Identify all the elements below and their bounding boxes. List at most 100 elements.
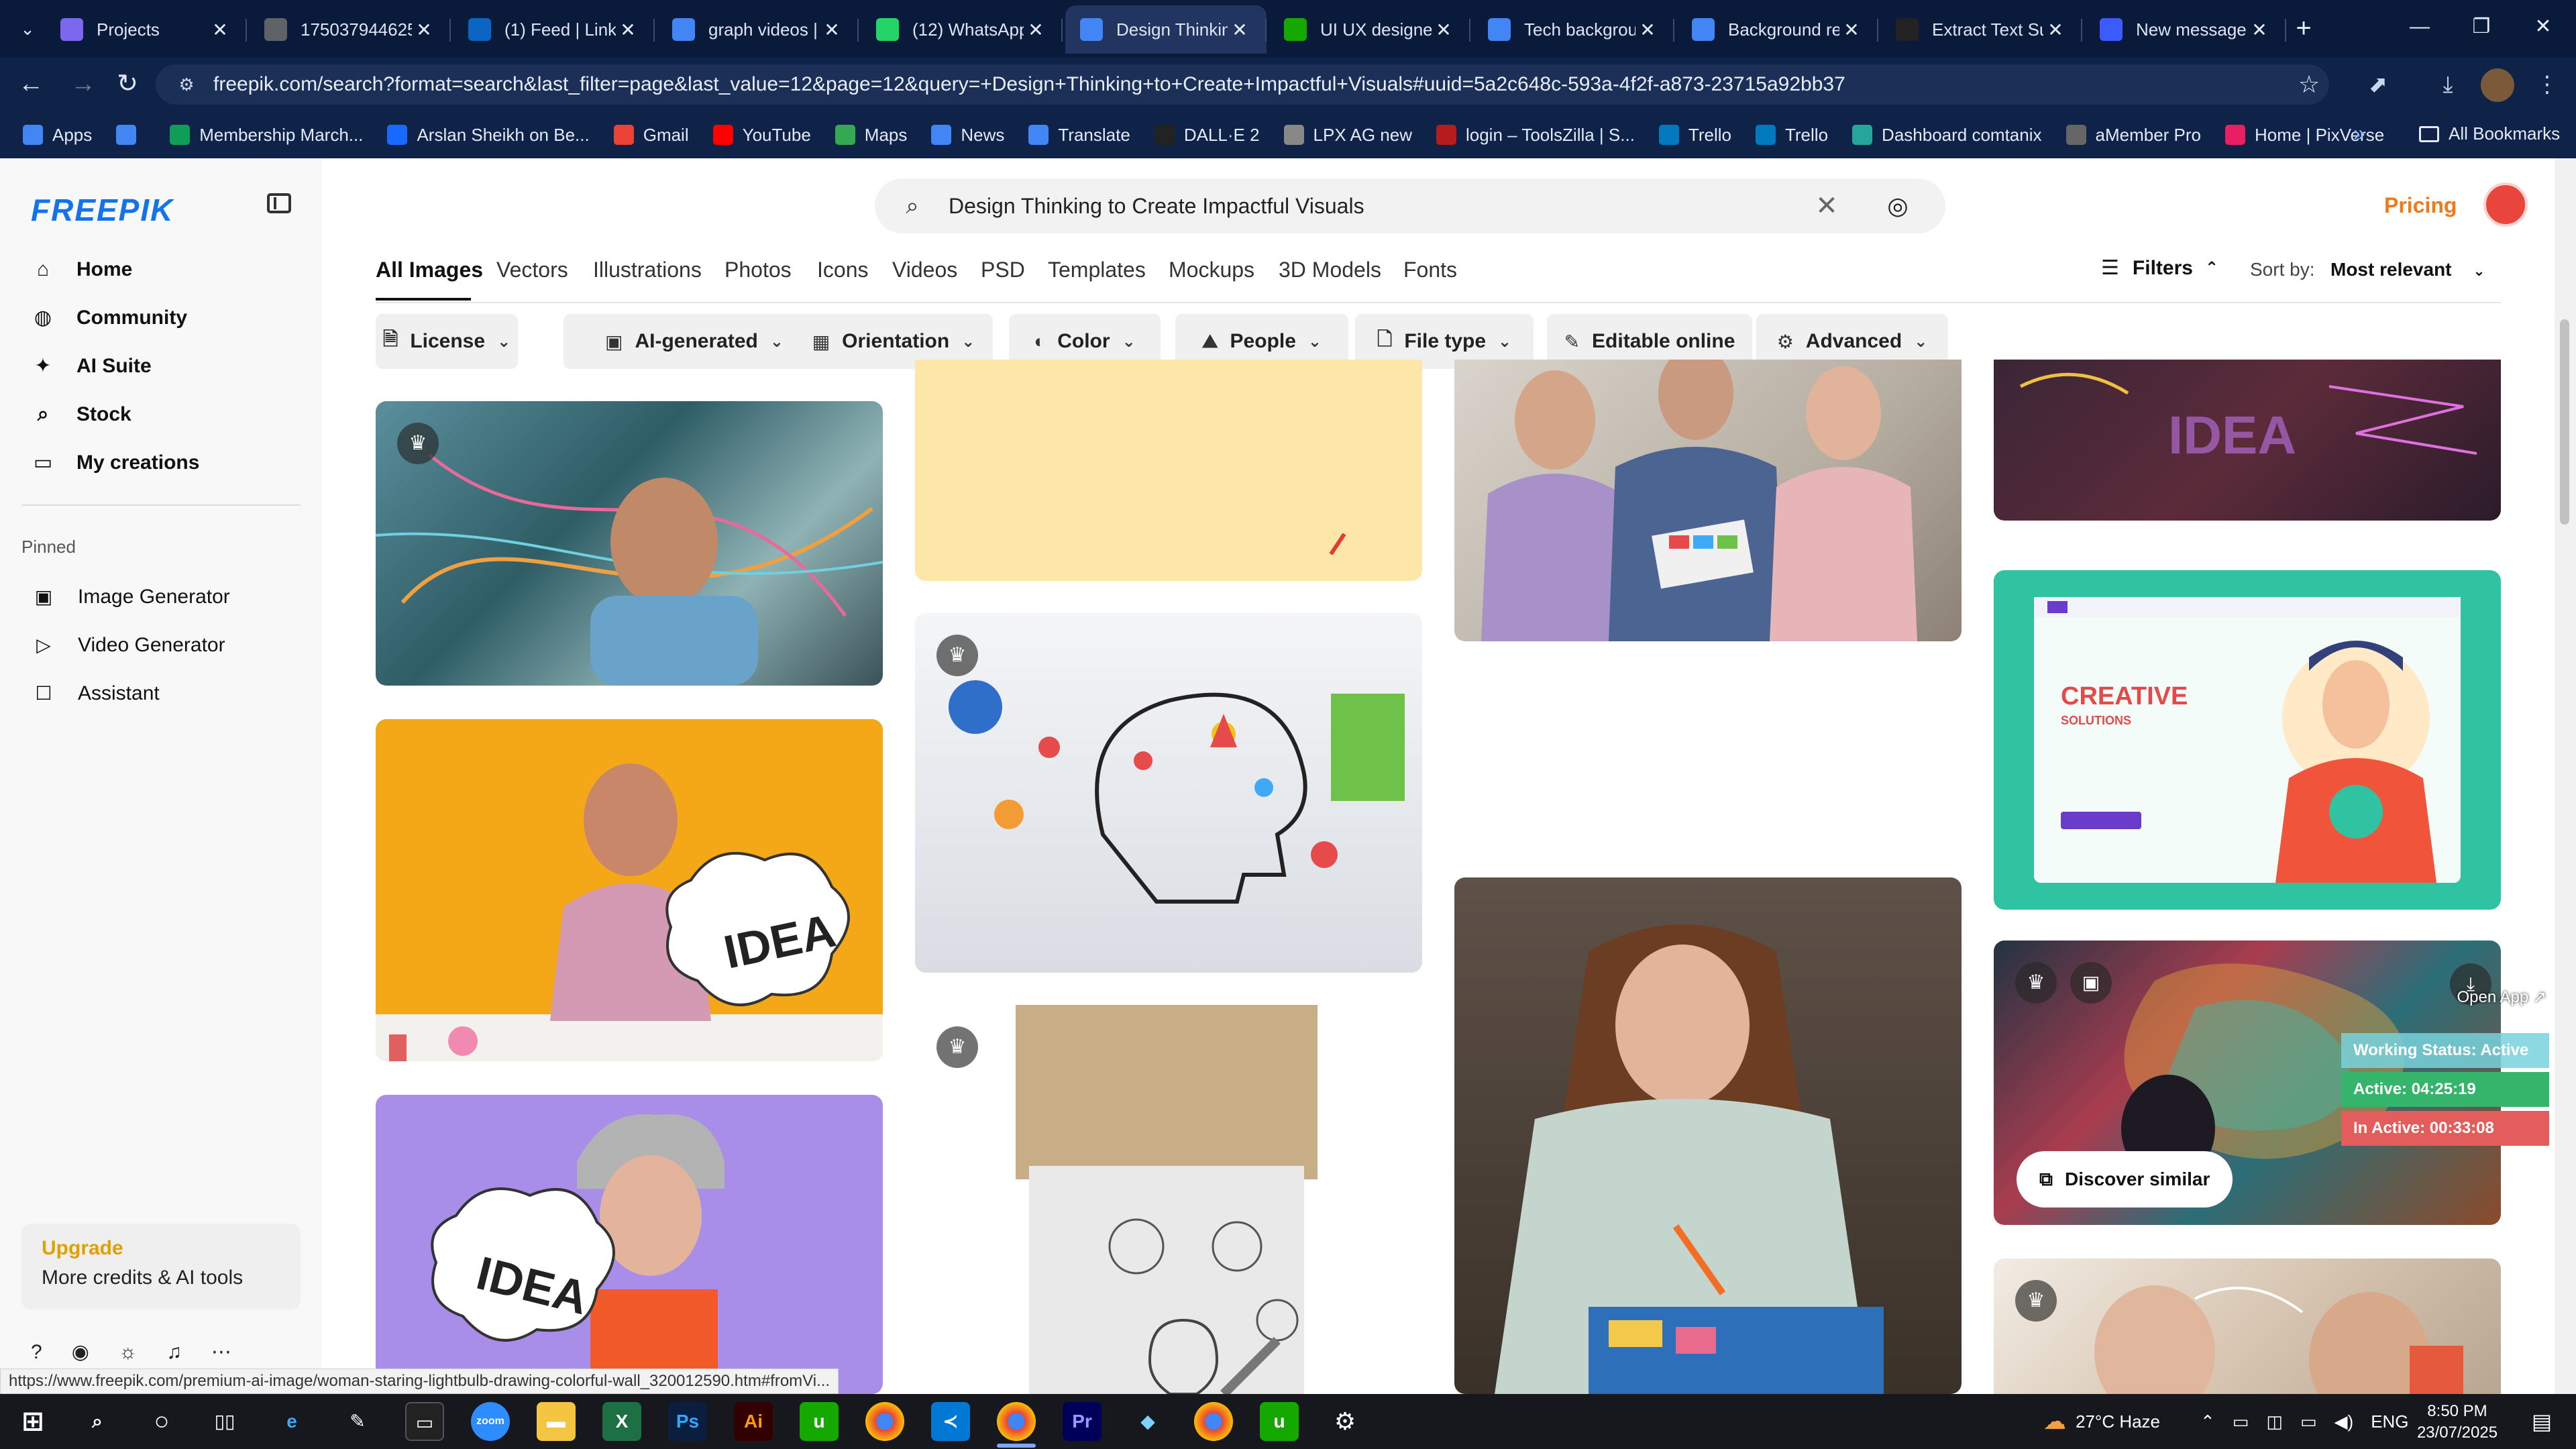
volume-icon[interactable]: ◀) bbox=[2334, 1411, 2354, 1432]
back-button[interactable]: ← bbox=[13, 67, 48, 102]
reload-button[interactable]: ↻ bbox=[110, 67, 145, 102]
bookmark-item[interactable]: DALL·E 2 bbox=[1154, 125, 1260, 146]
sidebar-item-ai-suite[interactable]: ✦ AI Suite bbox=[31, 347, 151, 385]
tab-photos[interactable]: Photos bbox=[724, 258, 792, 282]
tab-search-chevron-icon[interactable]: ⌄ bbox=[12, 13, 43, 44]
bookmark-item[interactable]: Gmail bbox=[613, 125, 689, 146]
image-card-glass-doodle[interactable]: ♛ bbox=[1994, 1258, 2501, 1394]
image-card-team-colors[interactable] bbox=[1454, 360, 1962, 641]
close-tab-icon[interactable]: ✕ bbox=[1839, 19, 1864, 41]
pinned-item-assistant[interactable]: ☐ Assistant bbox=[34, 675, 159, 712]
sidebar-item-home[interactable]: ⌂ Home bbox=[31, 251, 132, 288]
system-clock[interactable]: 8:50 PM 23/07/2025 bbox=[2414, 1401, 2501, 1444]
sidebar-collapse-icon[interactable] bbox=[267, 193, 291, 213]
image-card-yellow-top[interactable] bbox=[915, 360, 1422, 581]
tab-mockups[interactable]: Mockups bbox=[1169, 258, 1254, 282]
browser-tab[interactable]: (1) Feed | Linke ✕ bbox=[453, 5, 655, 54]
more-options-icon[interactable]: ⋯ bbox=[211, 1340, 231, 1364]
filters-button[interactable]: ☰ Filters ⌃ bbox=[2101, 256, 2218, 280]
task-view-icon[interactable]: ▯▯ bbox=[205, 1402, 244, 1441]
browser-tab[interactable]: Projects ✕ bbox=[46, 5, 247, 54]
close-tab-icon[interactable]: ✕ bbox=[1024, 19, 1048, 41]
chrome-profile-icon[interactable] bbox=[1194, 1402, 1233, 1441]
network-icon[interactable]: ▭ bbox=[2300, 1411, 2317, 1432]
extension-icon[interactable]: ⬈ bbox=[2361, 68, 2395, 102]
bookmark-item[interactable]: login – ToolsZilla | S... bbox=[1436, 125, 1635, 146]
tab-fonts[interactable]: Fonts bbox=[1403, 258, 1457, 282]
photoshop-icon[interactable]: Ps bbox=[668, 1402, 707, 1441]
url-bar[interactable]: ⚙ freepik.com/search?format=search&last_… bbox=[156, 64, 2329, 105]
browser-tab[interactable]: 175037944625 ✕ bbox=[250, 5, 451, 54]
illustrator-icon[interactable]: Ai bbox=[734, 1402, 773, 1441]
bookmark-item[interactable]: Trello bbox=[1755, 125, 1828, 146]
discord-icon[interactable]: ◉ bbox=[72, 1340, 89, 1364]
bookmark-item[interactable]: aMember Pro bbox=[2065, 125, 2201, 146]
close-tab-icon[interactable]: ✕ bbox=[2043, 19, 2068, 41]
bookmark-star-icon[interactable]: ☆ bbox=[2289, 70, 2329, 99]
app-diamond-icon[interactable]: ◆ bbox=[1128, 1402, 1167, 1441]
pinned-item-image-generator[interactable]: ▣ Image Generator bbox=[34, 578, 230, 616]
image-card-creative-template[interactable]: CREATIVE SOLUTIONS bbox=[1994, 570, 2501, 910]
tab-illustrations[interactable]: Illustrations bbox=[593, 258, 702, 282]
browser-menu-icon[interactable]: ⋮ bbox=[2530, 68, 2564, 102]
browser-tab[interactable]: Background re ✕ bbox=[1677, 5, 1878, 54]
tab-3d-models[interactable]: 3D Models bbox=[1279, 258, 1381, 282]
bookmark-item[interactable]: Maps bbox=[835, 125, 907, 146]
image-card-man-idea[interactable]: IDEA bbox=[376, 1095, 883, 1394]
profile-avatar[interactable] bbox=[2481, 68, 2514, 102]
browser-tab[interactable]: (12) WhatsApp ✕ bbox=[861, 5, 1063, 54]
image-card-paper-bag-bulb[interactable]: ♛ bbox=[915, 1005, 1422, 1394]
close-tab-icon[interactable]: ✕ bbox=[820, 19, 844, 41]
browser-tab[interactable]: New message ✕ bbox=[2085, 5, 2286, 54]
bookmark-item[interactable]: YouTube bbox=[712, 125, 811, 146]
notifications-icon[interactable]: ♫ bbox=[166, 1341, 182, 1364]
zoom-icon[interactable]: zoom bbox=[471, 1402, 510, 1441]
chrome-active-icon[interactable] bbox=[997, 1402, 1036, 1441]
close-tab-icon[interactable]: ✕ bbox=[1228, 19, 1252, 41]
close-tab-icon[interactable]: ✕ bbox=[1635, 19, 1660, 41]
pricing-link[interactable]: Pricing bbox=[2384, 193, 2457, 218]
bookmark-item[interactable]: LPX AG new bbox=[1283, 125, 1412, 146]
bookmark-item[interactable]: Trello bbox=[1658, 125, 1731, 146]
windows-start-icon[interactable]: ⊞ bbox=[13, 1402, 52, 1441]
filter-chip-ai-generated[interactable]: ▣ AI-generated ⌄ bbox=[564, 314, 825, 369]
close-tab-icon[interactable]: ✕ bbox=[1432, 19, 1456, 41]
excel-icon[interactable]: X bbox=[602, 1402, 641, 1441]
bookmark-item[interactable] bbox=[116, 125, 146, 145]
discover-similar-button[interactable]: ⧉ Discover similar bbox=[2017, 1151, 2233, 1208]
close-tab-icon[interactable]: ✕ bbox=[2247, 19, 2271, 41]
browser-tab[interactable]: Extract Text Su ✕ bbox=[1881, 5, 2082, 54]
settings-gear-icon[interactable]: ⚙ bbox=[1326, 1402, 1364, 1441]
vscode-icon[interactable]: ≺ bbox=[931, 1402, 970, 1441]
pen-tool-icon[interactable]: ✎ bbox=[338, 1402, 377, 1441]
meet-now-icon[interactable]: ▭ bbox=[2233, 1411, 2249, 1432]
image-card-head-doodle[interactable]: ♛ bbox=[915, 613, 1422, 973]
image-card-neon-board[interactable]: IDEA bbox=[1994, 360, 2501, 521]
bookmark-item[interactable]: Apps bbox=[23, 125, 92, 146]
file-explorer-icon[interactable]: ▬ bbox=[537, 1402, 576, 1441]
filter-chip-license[interactable]: 🗎 License ⌄ bbox=[376, 314, 518, 369]
sort-dropdown[interactable]: Most relevant ⌄ bbox=[2330, 259, 2485, 280]
tab-all-images[interactable]: All Images bbox=[376, 258, 483, 282]
upwork-icon[interactable]: u bbox=[800, 1402, 839, 1441]
chrome-icon[interactable] bbox=[865, 1402, 904, 1441]
open-app-link[interactable]: Open App ↗ bbox=[2457, 987, 2546, 1007]
close-tab-icon[interactable]: ✕ bbox=[208, 19, 232, 41]
search-input[interactable]: Design Thinking to Create Impactful Visu… bbox=[949, 194, 1810, 219]
sidebar-item-my-creations[interactable]: ▭ My creations bbox=[31, 444, 200, 482]
image-card-man-board[interactable]: ♛ bbox=[376, 401, 883, 686]
search-bar[interactable]: ⌕ Design Thinking to Create Impactful Vi… bbox=[875, 178, 1945, 233]
tab-vectors[interactable]: Vectors bbox=[496, 258, 568, 282]
forward-button[interactable]: → bbox=[66, 67, 101, 102]
clear-search-icon[interactable]: ✕ bbox=[1810, 191, 1843, 221]
theme-toggle-icon[interactable]: ☼ bbox=[119, 1341, 138, 1364]
new-tab-button[interactable]: + bbox=[2286, 12, 2321, 47]
bookmark-item[interactable]: Dashboard comtanix bbox=[1852, 125, 2042, 146]
browser-tab[interactable]: Tech backgrou ✕ bbox=[1473, 5, 1674, 54]
taskbar-search-icon[interactable]: ⌕ bbox=[78, 1402, 117, 1441]
bookmark-item[interactable]: Membership March... bbox=[170, 125, 363, 146]
browser-tab[interactable]: graph videos | ✕ bbox=[657, 5, 859, 54]
browser-tab[interactable]: UI UX designer ✕ bbox=[1269, 5, 1470, 54]
tab-psd[interactable]: PSD bbox=[981, 258, 1025, 282]
freepik-logo[interactable]: FREEPIK bbox=[31, 192, 174, 228]
